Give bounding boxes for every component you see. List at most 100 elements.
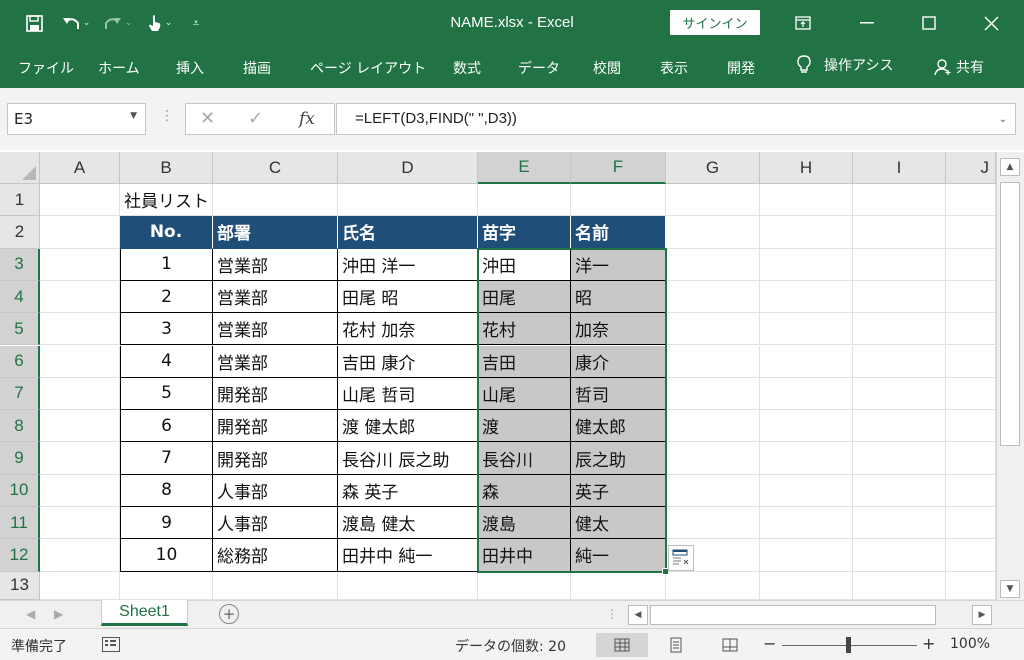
grid-cell[interactable] xyxy=(853,442,946,475)
grid-cell[interactable] xyxy=(946,571,996,600)
table-header-cell[interactable]: 名前 xyxy=(571,216,666,249)
ribbon-display-options-button[interactable] xyxy=(772,0,834,46)
table-cell[interactable]: 田井中 純一 xyxy=(338,539,478,572)
table-cell[interactable]: 花村 xyxy=(478,313,571,346)
table-cell[interactable]: 健太郎 xyxy=(571,410,666,443)
grid-cell[interactable] xyxy=(853,507,946,540)
grid-cell[interactable] xyxy=(760,571,853,600)
grid-cell[interactable] xyxy=(666,442,760,475)
row-header-9[interactable]: 9 xyxy=(0,442,40,475)
row-header-3[interactable]: 3 xyxy=(0,248,40,281)
row-header-4[interactable]: 4 xyxy=(0,280,40,314)
grid-cell[interactable] xyxy=(338,571,478,600)
grid-cell[interactable] xyxy=(946,410,996,443)
undo-button[interactable]: ⌄ xyxy=(54,0,98,46)
grid-cell[interactable] xyxy=(40,571,120,600)
table-cell[interactable]: 渡島 xyxy=(478,507,571,540)
row-header-5[interactable]: 5 xyxy=(0,313,40,346)
grid-cell[interactable] xyxy=(853,184,946,217)
horizontal-scroll-thumb[interactable] xyxy=(650,605,936,625)
grid-cell[interactable] xyxy=(666,377,760,411)
table-cell[interactable]: 渡島 健太 xyxy=(338,507,478,540)
zoom-level[interactable]: 100% xyxy=(950,636,990,652)
grid-cell[interactable] xyxy=(40,410,120,443)
grid-cell[interactable] xyxy=(853,345,946,378)
grid-cell[interactable] xyxy=(760,248,853,281)
table-cell[interactable]: 純一 xyxy=(571,539,666,572)
page-layout-view-button[interactable] xyxy=(650,633,702,657)
table-cell[interactable]: 8 xyxy=(120,474,213,507)
grid-cell[interactable] xyxy=(40,474,120,507)
table-cell[interactable]: 洋一 xyxy=(571,248,666,281)
row-header-7[interactable]: 7 xyxy=(0,377,40,411)
table-header-cell[interactable]: 氏名 xyxy=(338,216,478,249)
vertical-scrollbar[interactable]: ▲ ▼ xyxy=(996,152,1024,600)
table-cell[interactable]: 田尾 xyxy=(478,280,571,314)
grid-cell[interactable] xyxy=(946,442,996,475)
table-cell[interactable]: 人事部 xyxy=(213,474,338,507)
grid-cell[interactable] xyxy=(760,507,853,540)
tab-home[interactable]: ホーム xyxy=(98,58,140,78)
normal-view-button[interactable] xyxy=(596,633,648,657)
column-header-a[interactable]: A xyxy=(40,152,120,184)
grid-cell[interactable] xyxy=(478,571,571,600)
table-cell[interactable]: 営業部 xyxy=(213,345,338,378)
grid-cell[interactable] xyxy=(946,313,996,346)
grid-cell[interactable] xyxy=(853,280,946,314)
grid-cell[interactable] xyxy=(853,539,946,572)
table-cell[interactable]: 営業部 xyxy=(213,313,338,346)
grid-cell[interactable] xyxy=(853,377,946,411)
signin-button[interactable]: サインイン xyxy=(670,10,760,35)
column-header-h[interactable]: H xyxy=(760,152,853,184)
grid-cell[interactable] xyxy=(338,184,478,217)
table-cell[interactable]: 山尾 xyxy=(478,377,571,411)
chevron-down-icon[interactable]: ▼ xyxy=(130,111,137,121)
grid-cell[interactable] xyxy=(666,410,760,443)
grid-cell[interactable] xyxy=(666,184,760,217)
table-header-cell[interactable]: 部署 xyxy=(213,216,338,249)
grid-cell[interactable] xyxy=(946,248,996,281)
formula-bar-grip[interactable]: ⋮ xyxy=(160,108,174,124)
column-header-c[interactable]: C xyxy=(213,152,338,184)
tab-draw[interactable]: 描画 xyxy=(243,58,271,78)
grid-cell[interactable] xyxy=(853,216,946,249)
grid-cell[interactable] xyxy=(853,248,946,281)
maximize-button[interactable] xyxy=(898,0,960,46)
table-cell[interactable]: 吉田 康介 xyxy=(338,345,478,378)
grid-cell[interactable] xyxy=(40,248,120,281)
table-cell[interactable]: 7 xyxy=(120,442,213,475)
table-cell[interactable]: 康介 xyxy=(571,345,666,378)
table-cell[interactable]: 田尾 昭 xyxy=(338,280,478,314)
insert-function-icon[interactable]: fx xyxy=(299,109,315,129)
table-cell[interactable]: 昭 xyxy=(571,280,666,314)
table-header-cell[interactable]: 苗字 xyxy=(478,216,571,249)
tab-page-layout[interactable]: ページ レイアウト xyxy=(310,58,426,78)
grid-cell[interactable] xyxy=(666,313,760,346)
grid-cell[interactable] xyxy=(853,474,946,507)
table-cell[interactable]: 長谷川 辰之助 xyxy=(338,442,478,475)
row-header-13[interactable]: 13 xyxy=(0,571,40,600)
table-cell[interactable]: 2 xyxy=(120,280,213,314)
table-cell[interactable]: 3 xyxy=(120,313,213,346)
grid-cell[interactable] xyxy=(40,313,120,346)
grid-cell[interactable] xyxy=(666,507,760,540)
table-cell[interactable]: 森 xyxy=(478,474,571,507)
grid-cell[interactable] xyxy=(853,410,946,443)
grid-cell[interactable] xyxy=(571,571,666,600)
grid-cell[interactable] xyxy=(946,507,996,540)
row-header-11[interactable]: 11 xyxy=(0,507,40,540)
table-cell[interactable]: 花村 加奈 xyxy=(338,313,478,346)
grid-cell[interactable] xyxy=(40,345,120,378)
tab-view[interactable]: 表示 xyxy=(660,58,688,78)
enter-icon[interactable]: ✓ xyxy=(248,108,263,129)
row-header-2[interactable]: 2 xyxy=(0,216,40,249)
tab-developer[interactable]: 開発 xyxy=(727,58,755,78)
grid-cell[interactable] xyxy=(666,248,760,281)
row-header-8[interactable]: 8 xyxy=(0,410,40,443)
scroll-left-arrow-icon[interactable]: ◀ xyxy=(628,605,648,625)
table-cell[interactable]: 渡 健太郎 xyxy=(338,410,478,443)
table-cell[interactable]: 営業部 xyxy=(213,280,338,314)
scroll-down-arrow-icon[interactable]: ▼ xyxy=(1000,580,1020,598)
grid-cell[interactable] xyxy=(40,280,120,314)
grid-cell[interactable] xyxy=(853,571,946,600)
